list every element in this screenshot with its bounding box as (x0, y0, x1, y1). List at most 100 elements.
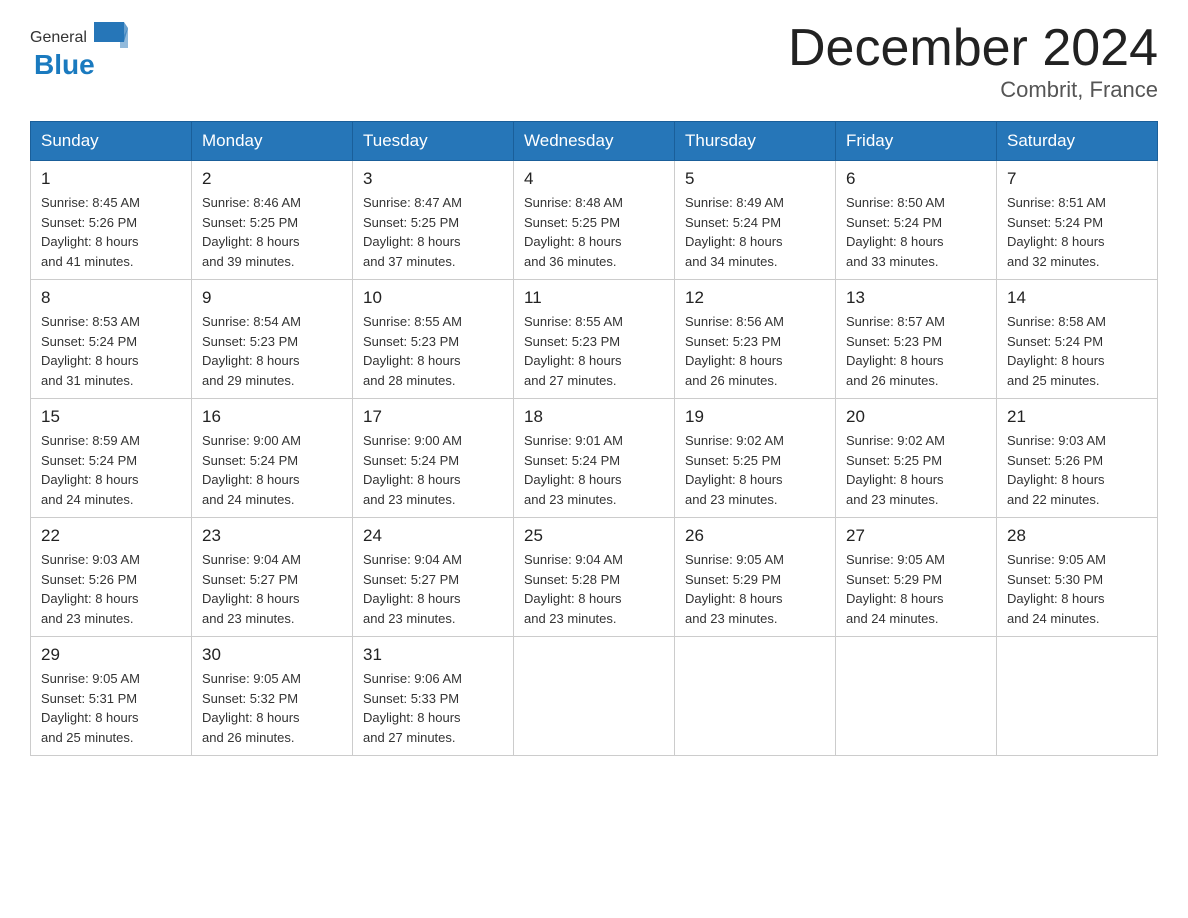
table-row: 22 Sunrise: 9:03 AM Sunset: 5:26 PM Dayl… (31, 518, 192, 637)
day-number: 15 (41, 407, 181, 427)
day-number: 24 (363, 526, 503, 546)
title-area: December 2024 Combrit, France (788, 20, 1158, 103)
sunset-text: Sunset: 5:30 PM (1007, 572, 1103, 587)
day-info: Sunrise: 9:00 AM Sunset: 5:24 PM Dayligh… (363, 431, 503, 509)
sunset-text: Sunset: 5:24 PM (41, 453, 137, 468)
table-row: 1 Sunrise: 8:45 AM Sunset: 5:26 PM Dayli… (31, 161, 192, 280)
sunrise-text: Sunrise: 8:45 AM (41, 195, 140, 210)
sunrise-text: Sunrise: 9:01 AM (524, 433, 623, 448)
day-info: Sunrise: 8:55 AM Sunset: 5:23 PM Dayligh… (363, 312, 503, 390)
day-number: 30 (202, 645, 342, 665)
day-number: 14 (1007, 288, 1147, 308)
sunrise-text: Sunrise: 9:05 AM (685, 552, 784, 567)
sunset-text: Sunset: 5:25 PM (202, 215, 298, 230)
day-info: Sunrise: 9:05 AM Sunset: 5:29 PM Dayligh… (685, 550, 825, 628)
table-row: 21 Sunrise: 9:03 AM Sunset: 5:26 PM Dayl… (997, 399, 1158, 518)
sunrise-text: Sunrise: 8:55 AM (524, 314, 623, 329)
table-row: 29 Sunrise: 9:05 AM Sunset: 5:31 PM Dayl… (31, 637, 192, 756)
sunset-text: Sunset: 5:23 PM (202, 334, 298, 349)
day-number: 31 (363, 645, 503, 665)
day-info: Sunrise: 9:04 AM Sunset: 5:27 PM Dayligh… (202, 550, 342, 628)
daylight-text: Daylight: 8 hours (41, 472, 139, 487)
sunset-text: Sunset: 5:28 PM (524, 572, 620, 587)
sunset-text: Sunset: 5:27 PM (202, 572, 298, 587)
sunrise-text: Sunrise: 9:04 AM (202, 552, 301, 567)
table-row: 27 Sunrise: 9:05 AM Sunset: 5:29 PM Dayl… (836, 518, 997, 637)
sunrise-text: Sunrise: 8:58 AM (1007, 314, 1106, 329)
logo-area: General Blue (30, 20, 131, 81)
daylight-minutes-text: and 39 minutes. (202, 254, 295, 269)
table-row: 31 Sunrise: 9:06 AM Sunset: 5:33 PM Dayl… (353, 637, 514, 756)
logo-blue-text: Blue (34, 49, 95, 81)
table-row: 6 Sunrise: 8:50 AM Sunset: 5:24 PM Dayli… (836, 161, 997, 280)
header-sunday: Sunday (31, 122, 192, 161)
month-title: December 2024 (788, 20, 1158, 77)
sunrise-text: Sunrise: 9:05 AM (202, 671, 301, 686)
sunset-text: Sunset: 5:26 PM (1007, 453, 1103, 468)
daylight-minutes-text: and 23 minutes. (41, 611, 134, 626)
table-row: 23 Sunrise: 9:04 AM Sunset: 5:27 PM Dayl… (192, 518, 353, 637)
sunset-text: Sunset: 5:25 PM (363, 215, 459, 230)
sunrise-text: Sunrise: 9:02 AM (685, 433, 784, 448)
day-info: Sunrise: 8:48 AM Sunset: 5:25 PM Dayligh… (524, 193, 664, 271)
sunrise-text: Sunrise: 8:55 AM (363, 314, 462, 329)
daylight-minutes-text: and 26 minutes. (685, 373, 778, 388)
day-info: Sunrise: 8:58 AM Sunset: 5:24 PM Dayligh… (1007, 312, 1147, 390)
sunset-text: Sunset: 5:24 PM (202, 453, 298, 468)
daylight-minutes-text: and 23 minutes. (202, 611, 295, 626)
day-info: Sunrise: 8:45 AM Sunset: 5:26 PM Dayligh… (41, 193, 181, 271)
calendar-table: Sunday Monday Tuesday Wednesday Thursday… (30, 121, 1158, 756)
daylight-minutes-text: and 24 minutes. (846, 611, 939, 626)
header: General Blue December 2024 Combrit, Fran… (30, 20, 1158, 103)
day-info: Sunrise: 8:46 AM Sunset: 5:25 PM Dayligh… (202, 193, 342, 271)
day-number: 8 (41, 288, 181, 308)
table-row: 24 Sunrise: 9:04 AM Sunset: 5:27 PM Dayl… (353, 518, 514, 637)
table-row: 18 Sunrise: 9:01 AM Sunset: 5:24 PM Dayl… (514, 399, 675, 518)
day-info: Sunrise: 8:54 AM Sunset: 5:23 PM Dayligh… (202, 312, 342, 390)
day-number: 3 (363, 169, 503, 189)
day-info: Sunrise: 9:05 AM Sunset: 5:32 PM Dayligh… (202, 669, 342, 747)
daylight-text: Daylight: 8 hours (685, 353, 783, 368)
daylight-text: Daylight: 8 hours (41, 710, 139, 725)
day-number: 7 (1007, 169, 1147, 189)
week-row-5: 29 Sunrise: 9:05 AM Sunset: 5:31 PM Dayl… (31, 637, 1158, 756)
header-monday: Monday (192, 122, 353, 161)
daylight-minutes-text: and 23 minutes. (685, 492, 778, 507)
day-info: Sunrise: 8:50 AM Sunset: 5:24 PM Dayligh… (846, 193, 986, 271)
day-info: Sunrise: 9:00 AM Sunset: 5:24 PM Dayligh… (202, 431, 342, 509)
daylight-minutes-text: and 24 minutes. (41, 492, 134, 507)
daylight-minutes-text: and 24 minutes. (202, 492, 295, 507)
daylight-text: Daylight: 8 hours (41, 591, 139, 606)
day-info: Sunrise: 9:03 AM Sunset: 5:26 PM Dayligh… (1007, 431, 1147, 509)
header-saturday: Saturday (997, 122, 1158, 161)
table-row: 12 Sunrise: 8:56 AM Sunset: 5:23 PM Dayl… (675, 280, 836, 399)
sunset-text: Sunset: 5:25 PM (846, 453, 942, 468)
daylight-text: Daylight: 8 hours (1007, 234, 1105, 249)
sunrise-text: Sunrise: 9:05 AM (1007, 552, 1106, 567)
sunrise-text: Sunrise: 9:05 AM (846, 552, 945, 567)
daylight-minutes-text: and 23 minutes. (524, 611, 617, 626)
day-info: Sunrise: 8:47 AM Sunset: 5:25 PM Dayligh… (363, 193, 503, 271)
sunrise-text: Sunrise: 8:47 AM (363, 195, 462, 210)
day-number: 2 (202, 169, 342, 189)
day-number: 20 (846, 407, 986, 427)
day-number: 9 (202, 288, 342, 308)
daylight-minutes-text: and 23 minutes. (363, 611, 456, 626)
sunrise-text: Sunrise: 8:49 AM (685, 195, 784, 210)
daylight-minutes-text: and 24 minutes. (1007, 611, 1100, 626)
day-number: 11 (524, 288, 664, 308)
table-row: 3 Sunrise: 8:47 AM Sunset: 5:25 PM Dayli… (353, 161, 514, 280)
daylight-text: Daylight: 8 hours (846, 591, 944, 606)
sunrise-text: Sunrise: 9:03 AM (41, 552, 140, 567)
daylight-minutes-text: and 28 minutes. (363, 373, 456, 388)
table-row (675, 637, 836, 756)
table-row: 25 Sunrise: 9:04 AM Sunset: 5:28 PM Dayl… (514, 518, 675, 637)
day-number: 10 (363, 288, 503, 308)
daylight-text: Daylight: 8 hours (524, 472, 622, 487)
sunset-text: Sunset: 5:33 PM (363, 691, 459, 706)
daylight-text: Daylight: 8 hours (202, 472, 300, 487)
day-number: 17 (363, 407, 503, 427)
daylight-text: Daylight: 8 hours (1007, 591, 1105, 606)
daylight-text: Daylight: 8 hours (685, 472, 783, 487)
page-wrapper: General Blue December 2024 Combrit, Fran… (30, 20, 1158, 756)
